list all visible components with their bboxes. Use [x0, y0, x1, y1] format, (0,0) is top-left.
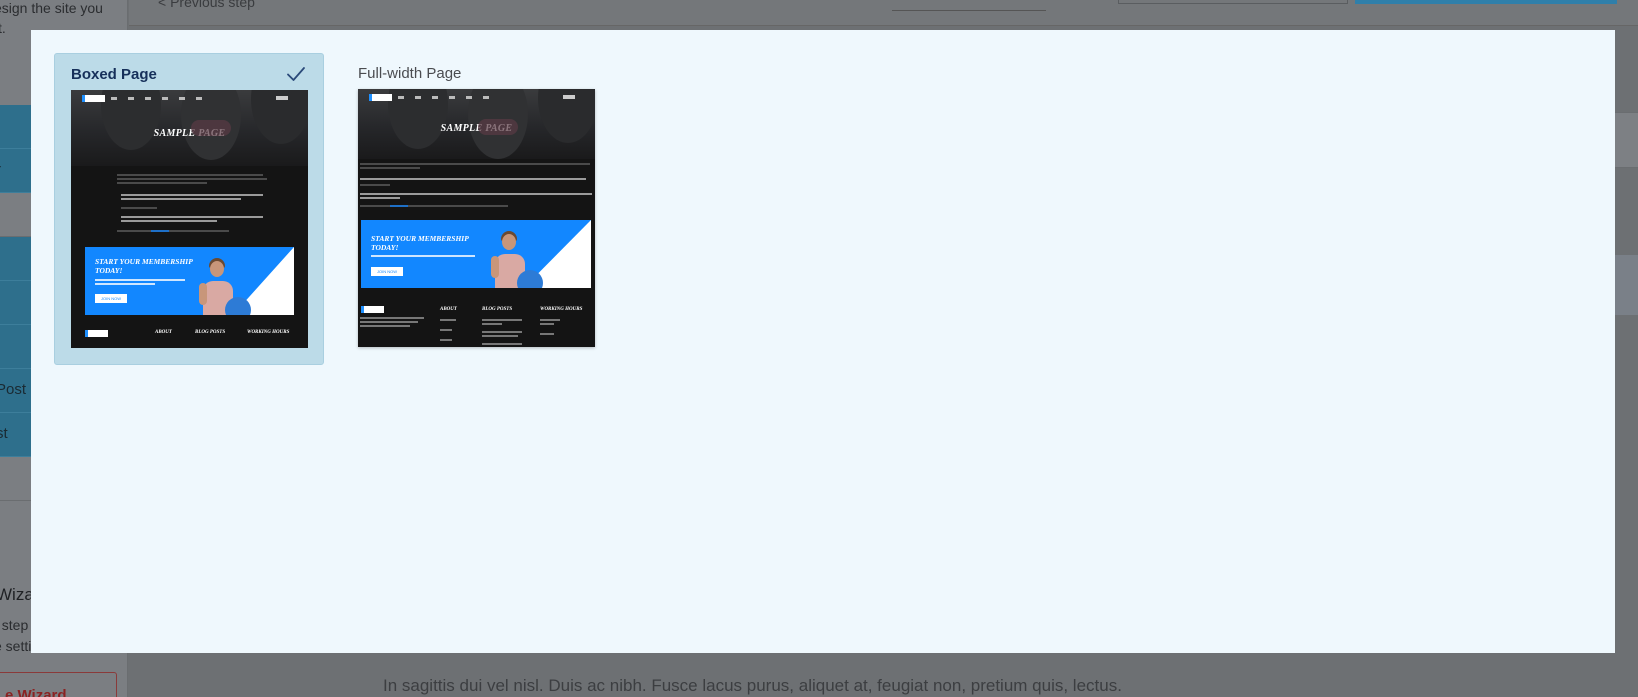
preview-text-line	[121, 216, 263, 218]
option-boxed-page[interactable]: Boxed Page SAMPLE PAGE START YOUR MEMBER…	[54, 53, 324, 365]
preview-banner: START YOUR MEMBERSHIP TODAY! JOIN NOW	[361, 220, 591, 288]
banner-subtext	[95, 279, 185, 281]
preview-menu	[111, 97, 206, 100]
wizard-button[interactable]: e Wizard	[0, 672, 117, 697]
banner-title: TODAY!	[95, 266, 123, 275]
banner-title: TODAY!	[371, 243, 399, 252]
background-body-text: In sagittis dui vel nisl. Duis ac nibh. …	[383, 676, 1122, 695]
background-primary-button[interactable]	[1355, 0, 1617, 4]
footer-text-line	[360, 321, 418, 323]
footer-text-line	[482, 343, 522, 345]
preview-hero: SAMPLE PAGE	[358, 89, 595, 159]
preview-text-line	[360, 178, 586, 180]
preview-logo	[369, 94, 392, 101]
preview-footer-logo	[85, 330, 108, 337]
preview-text-line	[117, 182, 207, 184]
preview-text-line	[360, 184, 390, 186]
preview-header-button	[563, 95, 575, 99]
footer-heading: WORKING HOURS	[540, 307, 583, 312]
footer-text-line	[482, 335, 518, 337]
preview-hero-title: SAMPLE PAGE	[153, 128, 226, 139]
preview-text-line	[121, 220, 217, 222]
preview-text-line	[360, 205, 390, 207]
preview-banner: START YOUR MEMBERSHIP TODAY! JOIN NOW	[85, 247, 294, 315]
preview-text-line	[360, 167, 420, 169]
banner-button: JOIN NOW	[95, 294, 127, 303]
preview-text-line	[169, 230, 229, 232]
sidebar-intro-line-2: t.	[0, 20, 6, 36]
footer-text-line	[540, 319, 560, 321]
preview-link-line	[151, 230, 169, 232]
option-title: Full-width Page	[358, 65, 462, 82]
preview-text-line	[408, 205, 508, 207]
footer-text-line	[360, 325, 410, 327]
banner-title: START YOUR MEMBERSHIP	[95, 257, 193, 266]
preview-menu	[398, 96, 493, 99]
option-title: Boxed Page	[71, 66, 157, 83]
preview-text-line	[360, 163, 590, 165]
preview-text-line	[121, 198, 241, 200]
previous-step-link[interactable]: < Previous step	[158, 0, 255, 10]
footer-text-line	[440, 339, 452, 341]
footer-text-line	[482, 331, 522, 333]
wizard-desc-line-1: t step	[0, 617, 29, 633]
preview-header-button	[276, 96, 288, 100]
footer-text-line	[482, 323, 502, 325]
preview-footer-logo	[361, 306, 384, 313]
preview-link-line	[390, 205, 408, 207]
preview-text-line	[121, 194, 263, 196]
footer-heading: ABOUT	[440, 307, 457, 312]
footer-text-line	[440, 319, 456, 321]
preview-logo	[82, 95, 105, 102]
full-width-page-preview: SAMPLE PAGE START YOUR MEMBERSHIP TODAY!…	[358, 89, 595, 347]
preview-text-line	[121, 207, 157, 209]
option-full-width-page[interactable]: Full-width Page SAMPLE PAGE START YOUR M…	[342, 53, 612, 365]
footer-text-line	[540, 323, 554, 325]
banner-button: JOIN NOW	[371, 267, 403, 276]
preview-hero-title: SAMPLE PAGE	[440, 123, 513, 134]
banner-title: START YOUR MEMBERSHIP	[371, 234, 469, 243]
banner-subtext	[95, 283, 155, 285]
footer-heading: BLOG POSTS	[195, 330, 226, 335]
background-image	[1613, 255, 1638, 315]
preview-text-line	[117, 174, 263, 176]
wizard-title: Wiza	[0, 585, 34, 604]
divider	[892, 10, 1046, 11]
preview-text-line	[360, 193, 592, 195]
footer-text-line	[360, 317, 424, 319]
boxed-page-preview: SAMPLE PAGE START YOUR MEMBERSHIP TODAY!	[71, 90, 308, 348]
preview-text-line	[360, 197, 400, 199]
footer-text-line	[540, 333, 554, 335]
footer-heading: ABOUT	[155, 330, 172, 335]
preview-text-line	[117, 178, 267, 180]
preview-text-line	[117, 230, 151, 232]
footer-text-line	[482, 319, 522, 321]
background-card	[1613, 112, 1638, 168]
page-layout-modal: Boxed Page SAMPLE PAGE START YOUR MEMBER…	[31, 30, 1615, 653]
preview-hero: SAMPLE PAGE	[71, 90, 308, 166]
banner-subtext	[371, 255, 475, 257]
footer-heading: BLOG POSTS	[482, 307, 513, 312]
footer-heading: WORKING HOURS	[247, 330, 290, 335]
background-input[interactable]	[1118, 0, 1348, 4]
footer-text-line	[440, 329, 452, 331]
checkmark-icon	[287, 67, 305, 81]
sidebar-intro-line-1: esign the site you	[0, 0, 103, 16]
